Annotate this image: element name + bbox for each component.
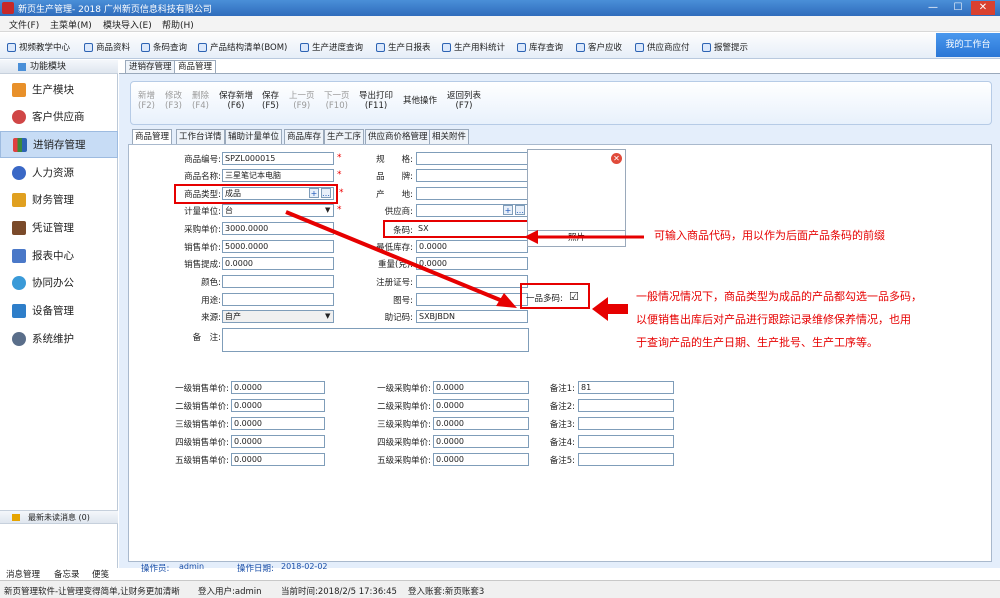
status-account: 登入账套:新页账套3 [408,587,485,597]
status-bar: 新页管理软件-让管理变得简单,让财务更加清晰 登入用户:admin 当前时间:2… [0,580,1000,598]
note-multi-code-1: 一般情况情况下，商品类型为成品的产品都勾选一品多码， [636,290,922,303]
status-user: 登入用户:admin [198,587,262,597]
arrow-line-type-to-multi [285,210,506,304]
status-time: 当前时间:2018/2/5 17:36:45 [281,587,397,597]
arrow-multi-code [592,297,628,321]
note-multi-code-3: 于查询产品的生产日期、生产批号、生产工序等。 [636,336,878,349]
note-multi-code-2: 以便销售出库后对产品进行跟踪记录维修保养情况，也用 [636,313,911,326]
status-slogan: 新页管理软件-让管理变得简单,让财务更加清晰 [4,587,180,597]
arrow-head-barcode [524,230,538,244]
note-barcode-prefix: 可输入商品代码，用以作为后面产品条码的前缀 [654,229,885,242]
